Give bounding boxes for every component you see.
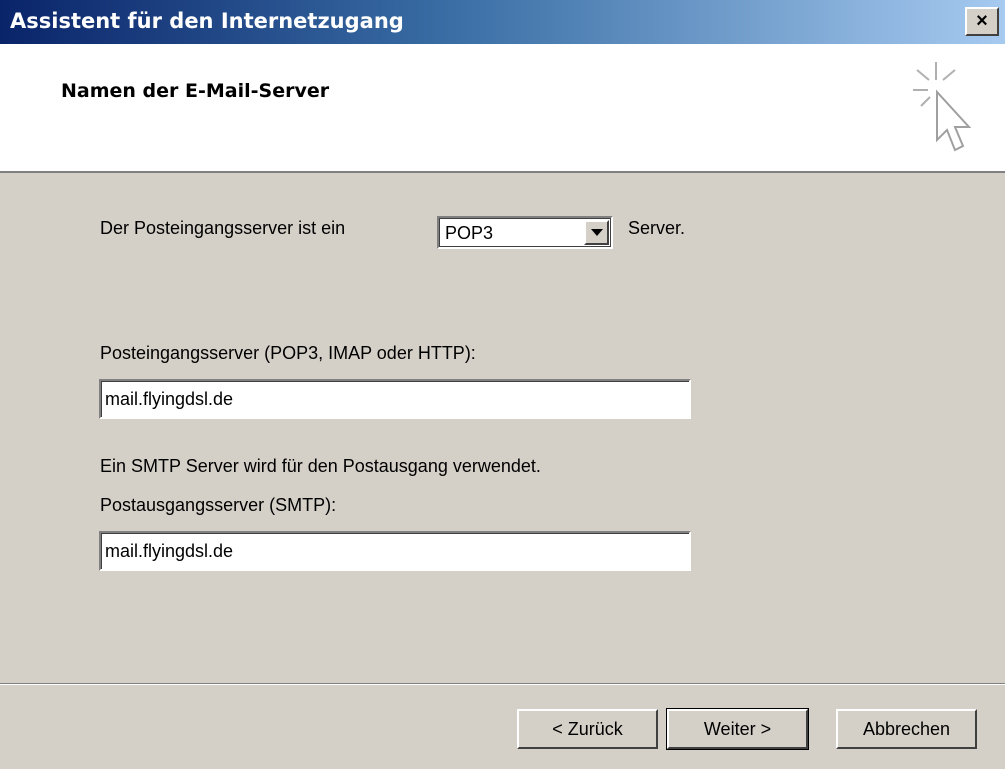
server-type-select[interactable]: POP3 (437, 216, 613, 249)
server-suffix-label: Server. (628, 218, 686, 238)
outgoing-server-input[interactable] (99, 531, 691, 571)
server-type-value: POP3 (445, 223, 494, 243)
next-button[interactable]: Weiter > (666, 708, 809, 750)
close-button[interactable]: × (965, 7, 999, 36)
dropdown-button[interactable] (584, 220, 609, 245)
incoming-server-input[interactable] (99, 379, 691, 419)
window-title: Assistent für den Internetzugang (10, 9, 404, 33)
page-title: Namen der E-Mail-Server (61, 80, 330, 102)
close-icon: × (976, 10, 988, 32)
title-bar: Assistent für den Internetzugang × (0, 0, 1005, 44)
outgoing-server-label: Postausgangsserver (SMTP): (100, 495, 337, 515)
back-button[interactable]: < Zurück (517, 709, 658, 749)
wizard-sparkle-cursor-icon (913, 62, 972, 152)
incoming-server-label: Posteingangsserver (POP3, IMAP oder HTTP… (100, 343, 476, 363)
cancel-button[interactable]: Abbrechen (836, 709, 977, 749)
smtp-info-text: Ein SMTP Server wird für den Postausgang… (100, 456, 541, 476)
divider (0, 683, 1005, 685)
chevron-down-icon (590, 229, 603, 236)
wizard-header: Namen der E-Mail-Server (0, 44, 1005, 173)
incoming-type-label: Der Posteingangsserver ist ein (100, 218, 346, 238)
